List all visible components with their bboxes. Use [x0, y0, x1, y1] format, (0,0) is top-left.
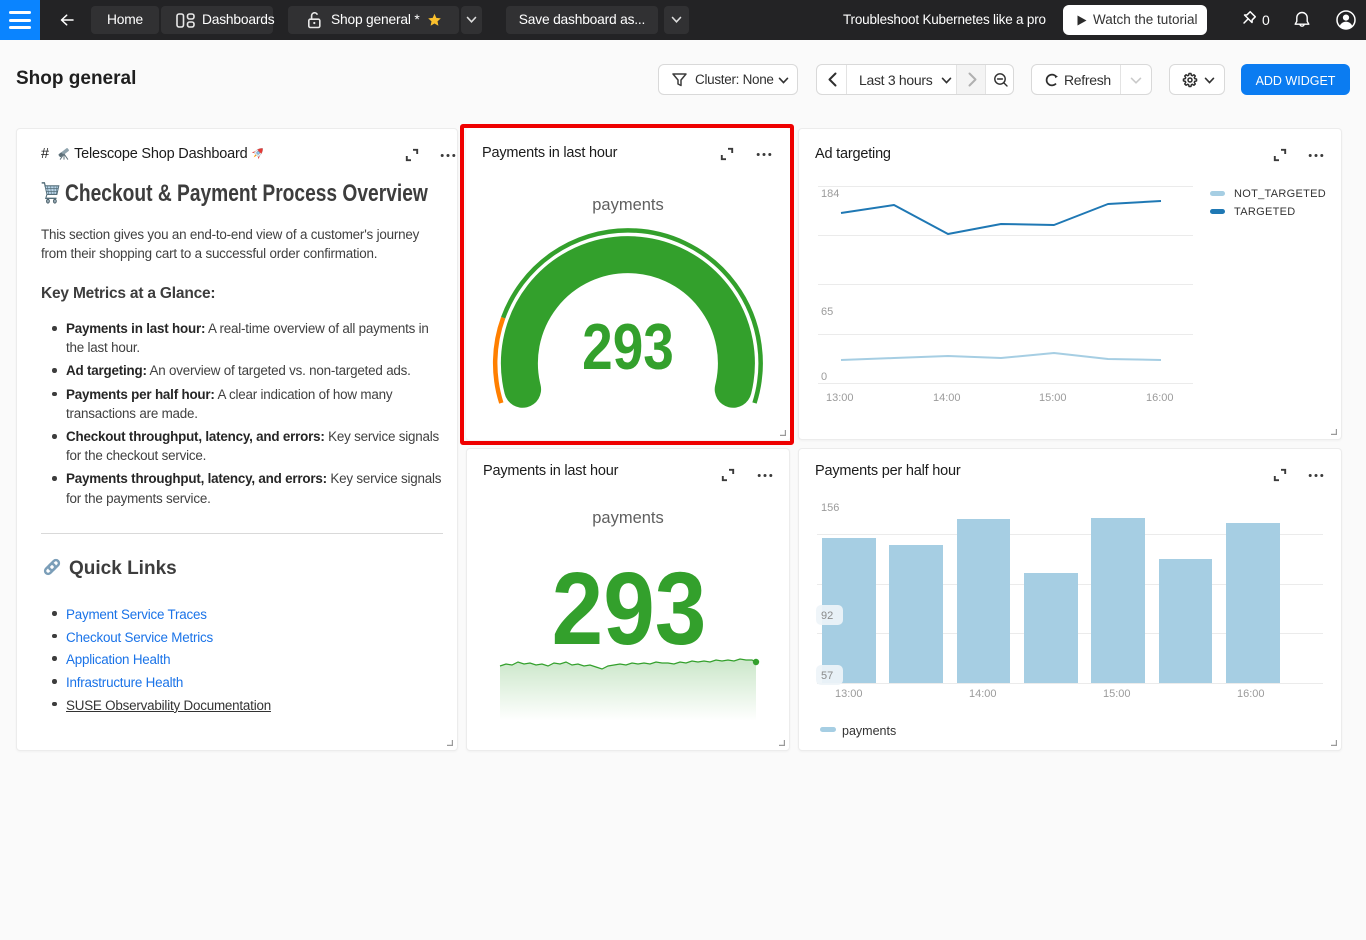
svg-text:0: 0	[821, 371, 827, 383]
svg-text:92: 92	[821, 610, 833, 622]
svg-text:15:00: 15:00	[1103, 688, 1131, 700]
svg-text:13:00: 13:00	[835, 688, 863, 700]
svg-text:15:00: 15:00	[1039, 392, 1067, 404]
svg-text:184: 184	[821, 188, 839, 200]
svg-text:14:00: 14:00	[933, 392, 961, 404]
svg-text:13:00: 13:00	[826, 392, 854, 404]
svg-text:16:00: 16:00	[1146, 392, 1174, 404]
svg-text:156: 156	[821, 502, 839, 514]
svg-text:14:00: 14:00	[969, 688, 997, 700]
svg-text:payments: payments	[842, 724, 896, 738]
svg-text:65: 65	[821, 306, 833, 318]
svg-text:TARGETED: TARGETED	[1234, 206, 1295, 218]
svg-text:57: 57	[821, 670, 833, 682]
svg-text:16:00: 16:00	[1237, 688, 1265, 700]
svg-text:NOT_TARGETED: NOT_TARGETED	[1234, 188, 1326, 200]
